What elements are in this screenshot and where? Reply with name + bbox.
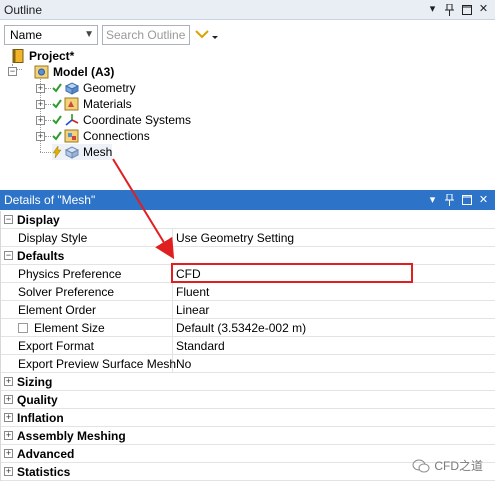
sort-dropdown[interactable]: Name ▼ [4,25,98,45]
property-value[interactable]: Fluent [176,283,209,301]
tree-node-project[interactable]: Project* [10,48,74,64]
outline-title-bar: Outline ▾ ✕ [0,0,495,20]
group-label: Statistics [17,464,71,479]
expand-toggle[interactable]: + [4,377,13,386]
collapse-toggle[interactable]: − [4,251,13,260]
property-row-solver-preference[interactable]: Solver Preference Fluent [1,282,495,301]
dropdown-arrow-icon: ▼ [84,29,94,40]
group-quality[interactable]: + Quality [1,391,495,409]
expand-toggle[interactable]: + [4,413,13,422]
expand-connections-toggle[interactable]: + [36,132,45,141]
check-icon [52,130,62,142]
tree-label-model: Model (A3) [53,65,115,79]
lightning-icon [52,146,62,158]
group-label: Advanced [17,446,75,461]
property-name: Element Order [17,300,173,319]
maximize-icon[interactable] [461,4,472,16]
watermark: CFD之道 [412,457,483,474]
group-inflation[interactable]: + Inflation [1,409,495,427]
tree-label-project: Project* [29,49,75,63]
filter-chevron-icon [195,30,218,39]
tree-node-mesh[interactable]: Mesh [52,144,113,160]
group-label: Defaults [17,248,65,263]
property-value[interactable]: Standard [176,337,225,355]
chevron-down-icon[interactable]: ▾ [427,194,438,206]
group-label: Inflation [17,410,64,425]
materials-icon [64,97,80,111]
property-name: Export Format [17,336,173,355]
chevron-down-icon[interactable]: ▾ [427,4,438,16]
details-title-bar: Details of "Mesh" ▾ ✕ [0,190,495,210]
property-row-export-preview[interactable]: Export Preview Surface Mesh No [1,354,495,373]
geometry-icon [64,81,80,95]
tree-node-model[interactable]: Model (A3) [34,64,114,80]
search-outline-input[interactable] [102,25,190,45]
check-icon [52,114,62,126]
property-value[interactable]: Default (3.5342e-002 m) [176,319,306,337]
group-label: Display [17,212,60,227]
group-label: Quality [17,392,58,407]
property-value[interactable]: CFD [176,265,201,283]
property-row-element-size[interactable]: Element Size Default (3.5342e-002 m) [1,318,495,337]
property-row-element-order[interactable]: Element Order Linear [1,300,495,319]
property-value[interactable]: Use Geometry Setting [176,229,294,247]
tree-node-connections[interactable]: Connections [52,128,150,144]
property-value[interactable]: Linear [176,301,209,319]
expand-geometry-toggle[interactable]: + [36,84,45,93]
property-name: Solver Preference [17,282,173,301]
collapse-toggle[interactable]: − [4,215,13,224]
tree-label-connections: Connections [83,129,150,143]
group-label: Sizing [17,374,53,389]
property-row-physics-preference[interactable]: Physics Preference CFD [1,264,495,283]
pin-icon[interactable] [444,194,455,206]
details-title: Details of "Mesh" [4,193,96,207]
outline-title: Outline [4,2,43,17]
property-name-with-checkbox: Element Size [17,318,173,337]
expand-materials-toggle[interactable]: + [36,100,45,109]
property-name: Physics Preference [17,264,173,283]
close-icon[interactable]: ✕ [478,4,489,16]
group-assembly-meshing[interactable]: + Assembly Meshing [1,427,495,445]
tree-node-coordinate-systems[interactable]: Coordinate Systems [52,112,191,128]
tree-label-geometry: Geometry [83,81,136,95]
expand-toggle[interactable]: + [4,467,13,476]
expand-toggle[interactable]: + [4,431,13,440]
property-value[interactable]: No [176,355,191,373]
wechat-icon [412,459,430,472]
property-row-export-format[interactable]: Export Format Standard [1,336,495,355]
tree-label-mesh: Mesh [83,145,113,159]
property-name: Display Style [17,228,173,247]
collapse-model-toggle[interactable]: − [8,67,17,76]
tree-node-geometry[interactable]: Geometry [52,80,136,96]
mesh-icon [64,145,80,159]
maximize-icon[interactable] [461,194,472,206]
filter-dropdown-button[interactable] [194,25,222,45]
sort-dropdown-label: Name [10,28,43,42]
tree-label-coordinate-systems: Coordinate Systems [83,113,192,127]
watermark-text: CFD之道 [434,459,483,473]
group-defaults[interactable]: − Defaults [1,247,495,265]
outline-toolbar: Name ▼ [4,24,222,46]
coordinate-axes-icon [64,113,80,127]
expand-toggle[interactable]: + [4,395,13,404]
group-display[interactable]: − Display [1,211,495,229]
parameter-checkbox[interactable] [18,322,28,333]
property-row-display-style[interactable]: Display Style Use Geometry Setting [1,228,495,247]
group-label: Assembly Meshing [17,428,126,443]
model-icon [34,65,50,79]
project-book-icon [10,49,26,63]
expand-toggle[interactable]: + [4,449,13,458]
check-icon [52,82,62,94]
property-name: Export Preview Surface Mesh [18,354,177,373]
connections-icon [64,129,80,143]
pin-icon[interactable] [444,3,455,16]
property-name: Element Size [34,320,105,335]
check-icon [52,98,62,110]
details-property-grid: − Display Display Style Use Geometry Set… [0,211,495,481]
group-sizing[interactable]: + Sizing [1,373,495,391]
expand-coordinate-systems-toggle[interactable]: + [36,116,45,125]
tree-label-materials: Materials [83,97,132,111]
tree-node-materials[interactable]: Materials [52,96,132,112]
close-icon[interactable]: ✕ [478,194,489,206]
